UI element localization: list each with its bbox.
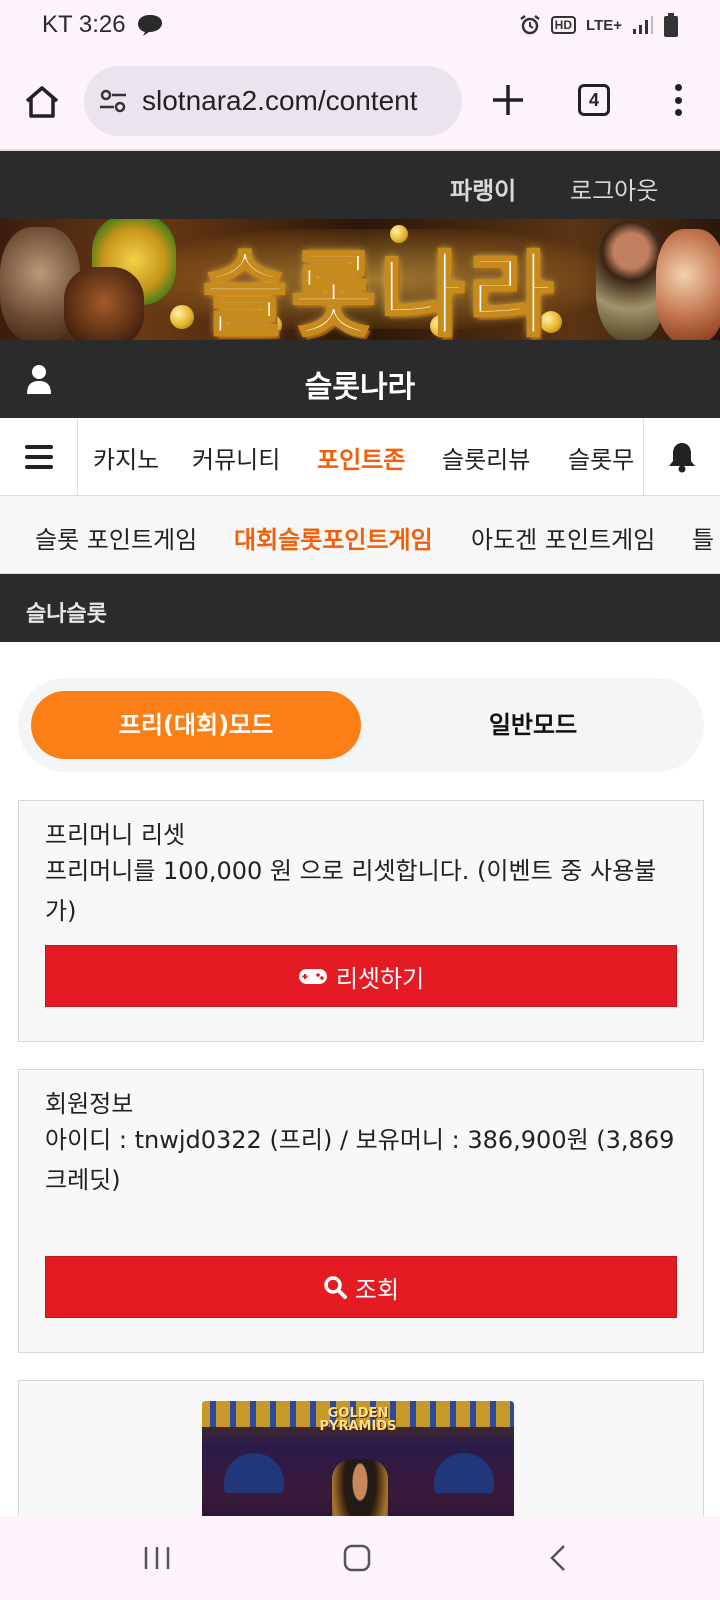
mode-toggle: 프리(대회)모드 일반모드 [18,678,704,772]
status-left: KT 3:26 [42,11,164,39]
nav-item-slot-review[interactable]: 슬롯리뷰 [442,440,530,475]
reset-button[interactable]: 리셋하기 [45,945,677,1007]
new-tab-icon[interactable] [488,80,528,120]
sub-nav: 슬롯 포인트게임 대회슬롯포인트게임 아도겐 포인트게임 틀 [0,496,720,574]
main-nav-items: 카지노 커뮤니티 포인트존 슬롯리뷰 슬롯무 [79,418,643,496]
reset-button-label: 리셋하기 [335,964,425,993]
thumbnail-pillar-right [434,1453,494,1493]
main-nav: 카지노 커뮤니티 포인트존 슬롯리뷰 슬롯무 [0,418,720,496]
game-title-line2: PYRAMIDS [319,1419,397,1434]
banner-title: 슬롯나라 [201,241,558,341]
nickname-link[interactable]: 파랭이 [450,171,516,206]
system-nav-bar [0,1516,720,1600]
nav-item-slot-more[interactable]: 슬롯무 [568,440,634,475]
browser-menu-icon[interactable] [664,80,692,120]
free-money-reset-card: 프리머니 리셋 프리머니를 100,000 원 으로 리셋합니다. (이벤트 중… [18,800,704,1042]
member-card-text: 아이디 : tnwjd0322 (프리) / 보유머니 : 386,900원 (… [45,1126,675,1194]
subnav-item-adogen-point-game[interactable]: 아도겐 포인트게임 [471,520,655,555]
normal-mode-button[interactable]: 일반모드 [368,691,698,759]
member-card-heading: 회원정보 [45,1090,134,1118]
game-card: GOLDEN PYRAMIDS [18,1380,704,1551]
site-title-bar: 슬롯나라 [0,340,720,418]
reset-card-heading: 프리머니 리셋 [45,821,186,849]
signal-icon [633,16,653,34]
banner-character-dog [64,267,144,340]
thumbnail-pillar-left [224,1453,284,1493]
alarm-icon [519,15,540,35]
nav-item-point-zone[interactable]: 포인트존 [317,440,405,475]
url-text[interactable]: slotnara2.com/content [142,85,418,117]
user-bar: 파랭이 로그아웃 [0,151,720,219]
home-nav-icon[interactable] [332,1536,382,1580]
notification-bell-icon[interactable] [643,418,720,496]
site-title[interactable]: 슬롯나라 [0,362,720,406]
lookup-button[interactable]: 조회 [45,1256,677,1318]
hd-icon: HD [550,16,577,34]
battery-icon [664,13,678,37]
nav-item-casino[interactable]: 카지노 [93,440,159,475]
browser-toolbar: slotnara2.com/content 4 [0,50,720,151]
network-label: LTE+ [586,16,622,34]
subnav-item-slot-point-game[interactable]: 슬롯 포인트게임 [35,520,197,555]
section-header: 슬나슬롯 [0,574,720,642]
free-mode-button[interactable]: 프리(대회)모드 [31,691,361,759]
site-banner[interactable]: 슬롯나라 [0,219,720,340]
section-title: 슬나슬롯 [26,602,107,627]
status-right: HD LTE+ [519,13,678,37]
carrier-time: KT 3:26 [42,11,126,38]
search-icon [324,1276,347,1299]
site-settings-icon[interactable] [98,86,128,116]
logout-link[interactable]: 로그아웃 [570,171,658,206]
reset-card-text: 프리머니를 100,000 원 으로 리셋합니다. (이벤트 중 사용불가) [45,857,657,925]
subnav-item-next[interactable]: 틀 [692,520,714,555]
lookup-button-label: 조회 [354,1275,400,1304]
member-info-card: 회원정보 아이디 : tnwjd0322 (프리) / 보유머니 : 386,9… [18,1069,704,1353]
status-bar: KT 3:26 HD LTE+ [0,0,720,50]
hamburger-menu-icon[interactable] [0,418,78,496]
subnav-item-tournament-slot-point-game[interactable]: 대회슬롯포인트게임 [234,520,433,555]
gamepad-icon [298,969,327,984]
nav-item-community[interactable]: 커뮤니티 [192,440,280,475]
home-icon[interactable] [22,82,62,122]
recent-apps-icon[interactable] [132,1536,182,1580]
tab-switcher-button[interactable]: 4 [578,84,610,116]
banner-character-god [656,229,720,340]
address-bar[interactable]: slotnara2.com/content [84,66,462,136]
game-title: GOLDEN PYRAMIDS [298,1407,418,1433]
back-icon[interactable] [534,1536,584,1580]
chat-notification-icon [137,15,162,36]
